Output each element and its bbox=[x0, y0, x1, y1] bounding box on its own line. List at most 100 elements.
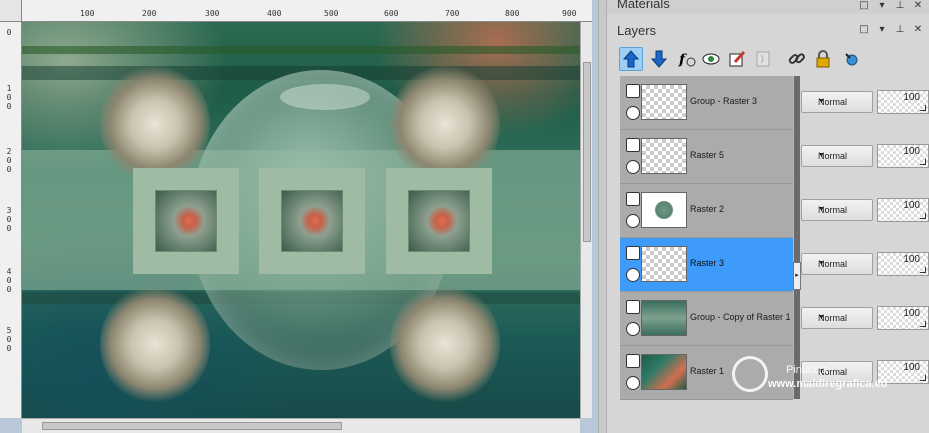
layers-title: Layers bbox=[617, 23, 657, 38]
ruler-label: 100 bbox=[80, 9, 95, 18]
svg-text:f: f bbox=[678, 52, 688, 68]
layers-list: Group - Raster 3 Raster 5 Raster 2 Raste… bbox=[620, 76, 795, 400]
scrollbar-thumb[interactable] bbox=[583, 62, 591, 242]
chevron-down-icon: ▼ bbox=[818, 260, 825, 267]
link-icon[interactable] bbox=[785, 47, 809, 71]
watermark-name: Pinuccia bbox=[786, 364, 828, 376]
scrollbar-thumb[interactable] bbox=[42, 422, 342, 430]
layer-type-icon[interactable] bbox=[626, 300, 640, 314]
flower-decoration bbox=[390, 284, 500, 404]
chevron-down-icon: ▼ bbox=[818, 206, 825, 213]
blend-mode-select[interactable]: Normal ▼ bbox=[801, 91, 873, 113]
layer-row[interactable]: Group - Copy of Raster 1 bbox=[620, 292, 793, 346]
edit-icon[interactable] bbox=[725, 47, 749, 71]
watermark: Pinuccia www.maidiregrafica.eu bbox=[724, 352, 929, 422]
ruler-label: 300 bbox=[205, 9, 220, 18]
restore-icon[interactable]: □ bbox=[858, 0, 870, 12]
close-icon[interactable]: ✕ bbox=[912, 24, 924, 36]
layer-type-icon[interactable] bbox=[626, 138, 640, 152]
pin-icon[interactable] bbox=[839, 47, 863, 71]
chevron-down-icon: ▼ bbox=[818, 314, 825, 321]
frame-image bbox=[408, 190, 470, 252]
flower-decoration bbox=[390, 64, 500, 184]
script-icon[interactable] bbox=[751, 47, 775, 71]
divider-grip-icon[interactable]: ▸ bbox=[793, 262, 801, 290]
eye-icon[interactable] bbox=[626, 160, 640, 174]
layer-name: Raster 5 bbox=[690, 150, 725, 160]
sphere-highlight bbox=[280, 84, 370, 110]
canvas-area: 100 200 300 400 500 600 700 800 900 0 1 … bbox=[0, 0, 598, 433]
layer-row[interactable]: Raster 5 bbox=[620, 130, 793, 184]
opacity-slider[interactable]: 100 bbox=[877, 306, 929, 330]
opacity-slider[interactable]: 100 bbox=[877, 198, 929, 222]
layer-thumbnail bbox=[641, 246, 687, 282]
layer-type-icon[interactable] bbox=[626, 354, 640, 368]
eye-mask-icon[interactable] bbox=[699, 47, 723, 71]
blend-mode-select[interactable]: Normal ▼ bbox=[801, 145, 873, 167]
eye-icon[interactable] bbox=[626, 322, 640, 336]
pin-icon[interactable]: ⊥ bbox=[894, 0, 906, 12]
close-icon[interactable]: ✕ bbox=[912, 0, 924, 12]
ruler-label: 1 0 0 bbox=[6, 84, 12, 111]
opacity-slider[interactable]: 100 bbox=[877, 252, 929, 276]
horizontal-scrollbar[interactable] bbox=[22, 418, 580, 433]
eye-icon[interactable] bbox=[626, 106, 640, 120]
ruler-label: 5 0 0 bbox=[6, 326, 12, 353]
menu-icon[interactable]: ▾ bbox=[876, 24, 888, 36]
eye-icon[interactable] bbox=[626, 268, 640, 282]
ruler-label: 2 0 0 bbox=[6, 147, 12, 174]
ruler-label: 800 bbox=[505, 9, 520, 18]
layers-header: Layers □ ▾ ⊥ ✕ bbox=[607, 20, 929, 40]
blend-mode-select[interactable]: Normal ▼ bbox=[801, 199, 873, 221]
ruler-label: 3 0 0 bbox=[6, 206, 12, 233]
chevron-down-icon: ▼ bbox=[818, 152, 825, 159]
flower-decoration bbox=[100, 284, 210, 404]
layer-thumbnail bbox=[641, 192, 687, 228]
picture-frame bbox=[386, 168, 492, 274]
layer-thumbnail bbox=[641, 84, 687, 120]
eye-icon[interactable] bbox=[626, 376, 640, 390]
heart-logo-icon bbox=[732, 356, 768, 392]
layer-thumbnail bbox=[641, 354, 687, 390]
layer-row-selected[interactable]: Raster 3 bbox=[620, 238, 793, 292]
layer-type-icon[interactable] bbox=[626, 246, 640, 260]
eye-icon[interactable] bbox=[626, 214, 640, 228]
arrow-up-icon[interactable] bbox=[619, 47, 643, 71]
image-canvas[interactable] bbox=[22, 22, 580, 418]
flower-decoration bbox=[100, 64, 210, 184]
layer-type-icon[interactable] bbox=[626, 192, 640, 206]
opacity-slider[interactable]: 100 bbox=[877, 144, 929, 168]
ruler-label: 0 bbox=[6, 28, 12, 37]
arrow-down-icon[interactable] bbox=[647, 47, 671, 71]
materials-title: Materials bbox=[617, 0, 670, 11]
layer-name: Raster 3 bbox=[690, 258, 725, 268]
opacity-slider[interactable]: 100 bbox=[877, 90, 929, 114]
layer-thumbnail bbox=[641, 300, 687, 336]
ruler-corner bbox=[0, 0, 22, 22]
layers-toolbar: f bbox=[607, 44, 929, 74]
layer-row[interactable]: Group - Raster 3 bbox=[620, 76, 793, 130]
vertical-scrollbar[interactable] bbox=[580, 22, 592, 418]
picture-frame bbox=[259, 168, 365, 274]
layer-name: Group - Copy of Raster 1 bbox=[690, 312, 791, 322]
chevron-down-icon: ▼ bbox=[818, 98, 825, 105]
ruler-left: 0 1 0 0 2 0 0 3 0 0 4 0 0 5 0 0 bbox=[0, 22, 22, 418]
opacity-value: 100 bbox=[903, 254, 920, 265]
layer-name: Group - Raster 3 bbox=[690, 96, 758, 106]
fx-icon[interactable]: f bbox=[675, 47, 699, 71]
opacity-value: 100 bbox=[903, 146, 920, 157]
panel-divider[interactable] bbox=[794, 76, 800, 399]
layer-row[interactable]: Raster 2 bbox=[620, 184, 793, 238]
menu-icon[interactable]: ▾ bbox=[876, 0, 888, 12]
materials-header: Materials □ ▾ ⊥ ✕ bbox=[607, 0, 929, 14]
pin-icon[interactable]: ⊥ bbox=[894, 24, 906, 36]
panel-dock-strip[interactable] bbox=[599, 0, 607, 433]
ruler-top: 100 200 300 400 500 600 700 800 900 bbox=[22, 0, 592, 22]
blend-mode-select[interactable]: Normal ▼ bbox=[801, 307, 873, 329]
frame-image bbox=[155, 190, 217, 252]
layer-type-icon[interactable] bbox=[626, 84, 640, 98]
restore-icon[interactable]: □ bbox=[858, 24, 870, 36]
ruler-label: 4 0 0 bbox=[6, 267, 12, 294]
blend-mode-select[interactable]: Normal ▼ bbox=[801, 253, 873, 275]
lock-icon[interactable] bbox=[811, 47, 835, 71]
